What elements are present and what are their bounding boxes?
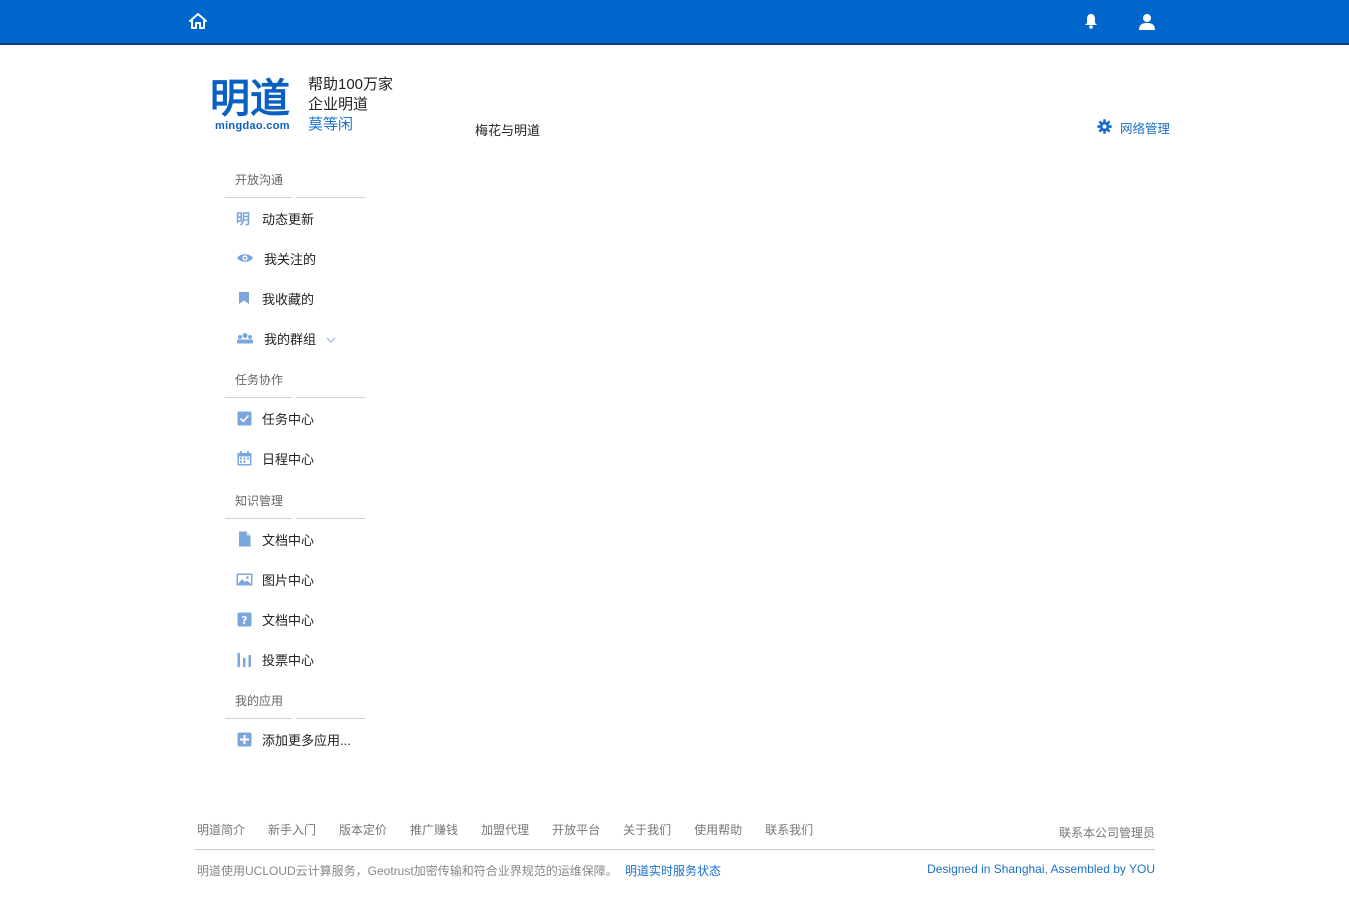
bell-icon[interactable] xyxy=(1081,11,1101,31)
sidebar-item-groups[interactable]: 我的群组 xyxy=(225,318,365,358)
sidebar-item-favorites[interactable]: 我收藏的 xyxy=(225,278,365,318)
slogan-line-2: 企业明道 xyxy=(308,96,369,113)
footer-link-open-platform[interactable]: 开放平台 xyxy=(552,821,600,838)
network-admin-link[interactable]: 网络管理 xyxy=(1097,118,1170,137)
svg-text:?: ? xyxy=(241,614,247,627)
footer-credit: Designed in Shanghai, Assembled by YOU xyxy=(927,862,1155,876)
section-title-communication: 开放沟通 xyxy=(225,170,365,198)
top-navigation-bar xyxy=(0,0,1349,45)
group-icon xyxy=(235,330,255,346)
footer-link-contact[interactable]: 联系我们 xyxy=(765,821,813,838)
sidebar-item-qa[interactable]: ? 文档中心 xyxy=(225,599,365,639)
gear-icon xyxy=(1097,118,1112,137)
sidebar-item-following[interactable]: 我关注的 xyxy=(225,238,365,278)
sidebar-item-calendar[interactable]: 日程中心 xyxy=(225,438,365,478)
sidebar: 开放沟通 明 动态更新 我关注的 我收藏的 我的群组 任务协作 任务中心 日程中… xyxy=(225,170,365,759)
sidebar-item-label: 文档中心 xyxy=(262,532,315,548)
sidebar-item-label: 投票中心 xyxy=(262,652,315,668)
footer-link-partner[interactable]: 加盟代理 xyxy=(481,821,529,838)
sidebar-item-label: 文档中心 xyxy=(262,612,315,628)
sidebar-item-label: 我关注的 xyxy=(264,251,317,267)
slogan-line-1: 帮助100万家 xyxy=(308,76,394,93)
sidebar-item-label: 添加更多应用... xyxy=(262,732,351,748)
svg-text:明道: 明道 xyxy=(210,76,290,120)
sidebar-item-add-apps[interactable]: 添加更多应用... xyxy=(225,719,365,759)
sidebar-item-documents[interactable]: 文档中心 xyxy=(225,519,365,559)
footer-link-help[interactable]: 使用帮助 xyxy=(694,821,742,838)
calendar-icon xyxy=(235,450,253,466)
footer-note: 明道使用UCLOUD云计算服务，Geotrust加密传输和符合业界规范的运维保障… xyxy=(197,864,618,878)
document-icon xyxy=(235,531,253,547)
section-title-my-apps: 我的应用 xyxy=(225,691,365,719)
user-icon[interactable] xyxy=(1137,11,1157,31)
sidebar-item-label: 日程中心 xyxy=(262,451,315,467)
sidebar-item-label: 我的群组 xyxy=(264,331,317,347)
slogan: 帮助100万家 企业明道 莫等闲 xyxy=(308,75,393,135)
network-admin-label: 网络管理 xyxy=(1120,122,1171,136)
footer-link-about[interactable]: 明道简介 xyxy=(197,821,245,838)
footer-link-about-us[interactable]: 关于我们 xyxy=(623,821,671,838)
sidebar-item-images[interactable]: 图片中心 xyxy=(225,559,365,599)
sidebar-item-feed[interactable]: 明 动态更新 xyxy=(225,198,365,238)
sidebar-item-label: 动态更新 xyxy=(262,211,315,227)
logo-domain: mingdao.com xyxy=(215,120,290,132)
footer-link-pricing[interactable]: 版本定价 xyxy=(339,821,387,838)
image-icon xyxy=(235,571,253,587)
user-name-link[interactable]: 莫等闲 xyxy=(308,115,393,135)
section-title-knowledge: 知识管理 xyxy=(225,491,365,519)
mingdao-logo[interactable]: 明道 xyxy=(210,74,300,122)
section-title-tasks: 任务协作 xyxy=(225,370,365,398)
sidebar-item-tasks[interactable]: 任务中心 xyxy=(225,398,365,438)
svg-text:明: 明 xyxy=(236,212,250,226)
footer-link-getting-started[interactable]: 新手入门 xyxy=(268,821,316,838)
sidebar-item-label: 任务中心 xyxy=(262,411,315,427)
footer-divider xyxy=(195,849,1155,850)
question-icon: ? xyxy=(235,611,253,627)
sidebar-item-label: 图片中心 xyxy=(262,572,315,588)
plus-icon xyxy=(235,731,253,747)
network-name[interactable]: 梅花与明道 xyxy=(475,120,540,139)
bookmark-icon xyxy=(235,290,253,306)
home-icon[interactable] xyxy=(188,11,208,31)
contact-admin-link[interactable]: 联系本公司管理员 xyxy=(1059,824,1155,841)
ming-icon: 明 xyxy=(235,210,253,226)
footer-link-referral[interactable]: 推广赚钱 xyxy=(410,821,458,838)
chevron-down-icon[interactable] xyxy=(326,331,336,346)
sidebar-item-label: 我收藏的 xyxy=(262,291,315,307)
eye-icon xyxy=(235,250,255,266)
sidebar-item-votes[interactable]: 投票中心 xyxy=(225,639,365,679)
bar-chart-icon xyxy=(235,651,253,667)
checkbox-icon xyxy=(235,410,253,426)
footer-links: 明道简介 新手入门 版本定价 推广赚钱 加盟代理 开放平台 关于我们 使用帮助 … xyxy=(197,821,836,838)
service-status-link[interactable]: 明道实时服务状态 xyxy=(625,862,721,879)
